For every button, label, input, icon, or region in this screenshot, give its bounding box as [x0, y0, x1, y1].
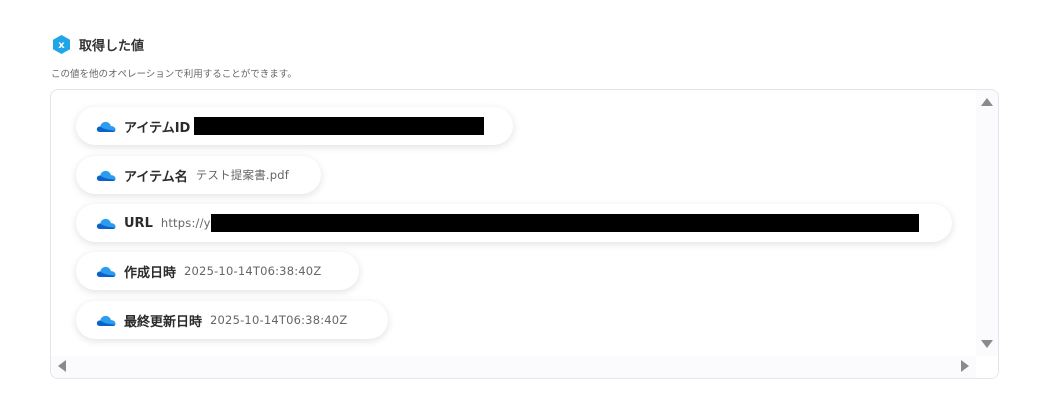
- value-chip-item-name[interactable]: アイテム名 テスト提案書.pdf: [76, 156, 321, 194]
- section-title: 取得した値: [79, 38, 145, 54]
- scrollbar-corner: [976, 356, 998, 378]
- value-label: 作成日時: [124, 265, 177, 281]
- value-label: 最終更新日時: [124, 314, 203, 330]
- scroll-right-button[interactable]: [959, 359, 971, 373]
- value-text: 2025-10-14T06:38:40Z: [184, 264, 322, 278]
- svg-text:x: x: [58, 40, 65, 51]
- value-chip-modified-at[interactable]: 最終更新日時 2025-10-14T06:38:40Z: [76, 301, 388, 339]
- value-text: テスト提案書.pdf: [195, 168, 290, 182]
- onedrive-cloud-icon: [96, 218, 116, 229]
- redacted-value: [194, 117, 485, 135]
- triangle-up-icon: [981, 98, 993, 106]
- horizontal-scrollbar[interactable]: [51, 356, 976, 378]
- triangle-right-icon: [961, 360, 969, 372]
- value-chip-created-at[interactable]: 作成日時 2025-10-14T06:38:40Z: [76, 252, 359, 290]
- value-label: アイテムID: [124, 120, 191, 136]
- value-label: URL: [124, 215, 153, 231]
- scroll-left-button[interactable]: [56, 359, 68, 373]
- redacted-value: [210, 214, 919, 232]
- triangle-down-icon: [981, 340, 993, 348]
- value-text: https://y: [160, 216, 211, 230]
- onedrive-cloud-icon: [96, 121, 116, 132]
- triangle-left-icon: [58, 360, 66, 372]
- scroll-down-button[interactable]: [980, 338, 994, 350]
- onedrive-cloud-icon: [96, 266, 116, 277]
- scroll-up-button[interactable]: [980, 96, 994, 108]
- variable-badge-icon: x: [53, 34, 70, 54]
- value-text: 2025-10-14T06:38:40Z: [210, 313, 348, 327]
- section-header: x 取得した値: [51, 33, 144, 55]
- value-label: アイテム名: [124, 169, 188, 185]
- onedrive-cloud-icon: [96, 170, 116, 181]
- value-chip-item-id[interactable]: アイテムID: [76, 107, 513, 145]
- vertical-scrollbar[interactable]: [976, 90, 998, 356]
- onedrive-cloud-icon: [96, 315, 116, 326]
- section-description: この値を他のオペレーションで利用することができます。: [51, 69, 297, 80]
- value-chip-url[interactable]: URL https://y: [76, 204, 952, 242]
- values-panel: アイテムID アイテム名 テスト提案書.pdf URL https://y 作成…: [50, 89, 999, 379]
